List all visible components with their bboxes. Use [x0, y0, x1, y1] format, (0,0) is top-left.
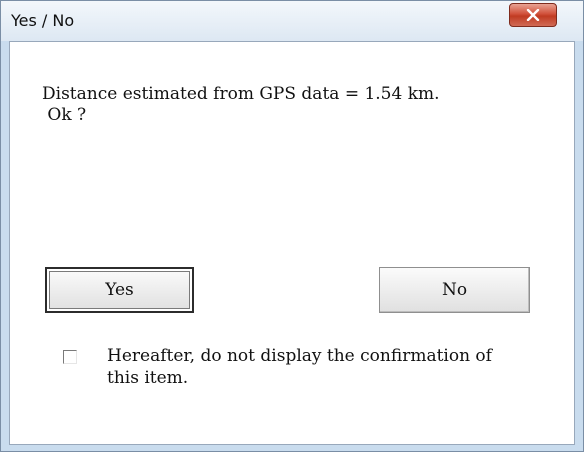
dialog-content: Distance estimated from GPS data = 1.54 … [9, 41, 575, 445]
do-not-display-checkbox[interactable] [63, 350, 77, 364]
close-x-icon [526, 9, 540, 21]
checkbox-label-line-1: Hereafter, do not display the confirmati… [107, 346, 492, 366]
no-button[interactable]: No [379, 267, 530, 313]
yes-button[interactable]: Yes [45, 267, 194, 313]
window-title: Yes / No [11, 11, 75, 30]
title-bar[interactable]: Yes / No [1, 1, 583, 41]
message-line-2: Ok ? [42, 105, 87, 125]
do-not-display-label[interactable]: Hereafter, do not display the confirmati… [107, 345, 547, 389]
dialog-window: Yes / No Distance estimated from GPS dat… [0, 0, 584, 452]
checkbox-label-line-2: this item. [107, 368, 189, 388]
message-line-1: Distance estimated from GPS data = 1.54 … [42, 84, 440, 104]
close-button[interactable] [509, 3, 557, 27]
confirmation-message: Distance estimated from GPS data = 1.54 … [42, 84, 552, 126]
